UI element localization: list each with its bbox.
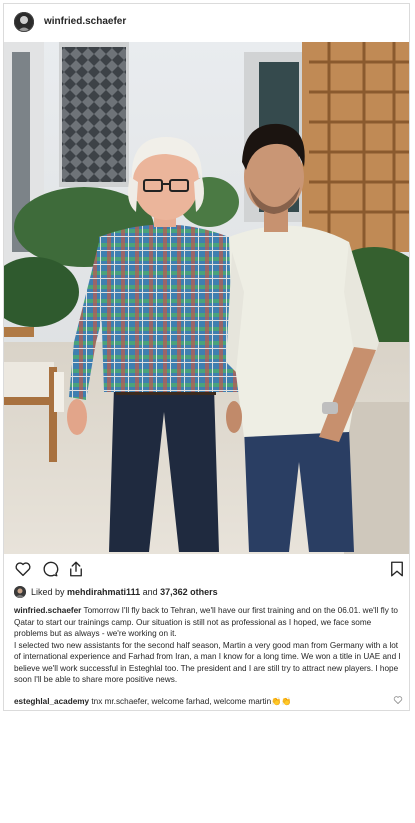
caption-author[interactable]: winfried.schaefer [14, 606, 81, 615]
caption-paragraph-1: winfried.schaefer Tomorrow I'll fly back… [14, 605, 402, 640]
likes-prefix: Liked by [31, 587, 65, 597]
caption-paragraph-2: I selected two new assistants for the se… [14, 640, 401, 685]
instagram-post: winfried.schaefer Liked by mehdirahmati1… [3, 3, 410, 711]
heart-icon[interactable] [14, 560, 32, 578]
comment-author[interactable]: esteghlal_academy [14, 697, 89, 706]
profile-avatar[interactable] [14, 12, 34, 32]
photo-image [4, 42, 409, 554]
comment-row: esteghlal_academy tnx mr.schaefer, welco… [14, 697, 402, 707]
likes-row: Liked by mehdirahmati111 and 37,362 othe… [14, 585, 218, 599]
comment-icon[interactable] [41, 560, 59, 578]
liker-username[interactable]: mehdirahmati111 [67, 587, 140, 597]
share-icon[interactable] [67, 560, 85, 578]
bookmark-icon[interactable] [388, 560, 406, 578]
liker-avatar[interactable] [14, 586, 26, 598]
post-photo[interactable] [4, 42, 409, 554]
comment-text: tnx mr.schaefer, welcome farhad, welcome… [89, 697, 272, 706]
post-caption: winfried.schaefer Tomorrow I'll fly back… [14, 605, 402, 686]
likes-conjunction: and [142, 587, 158, 597]
likes-others[interactable]: 37,362 others [160, 587, 218, 597]
post-actions [4, 557, 409, 581]
comment-like-icon[interactable] [393, 695, 403, 705]
comment-emoji: 👏👏 [271, 697, 292, 706]
username-link[interactable]: winfried.schaefer [44, 16, 126, 27]
post-header: winfried.schaefer [4, 4, 409, 42]
